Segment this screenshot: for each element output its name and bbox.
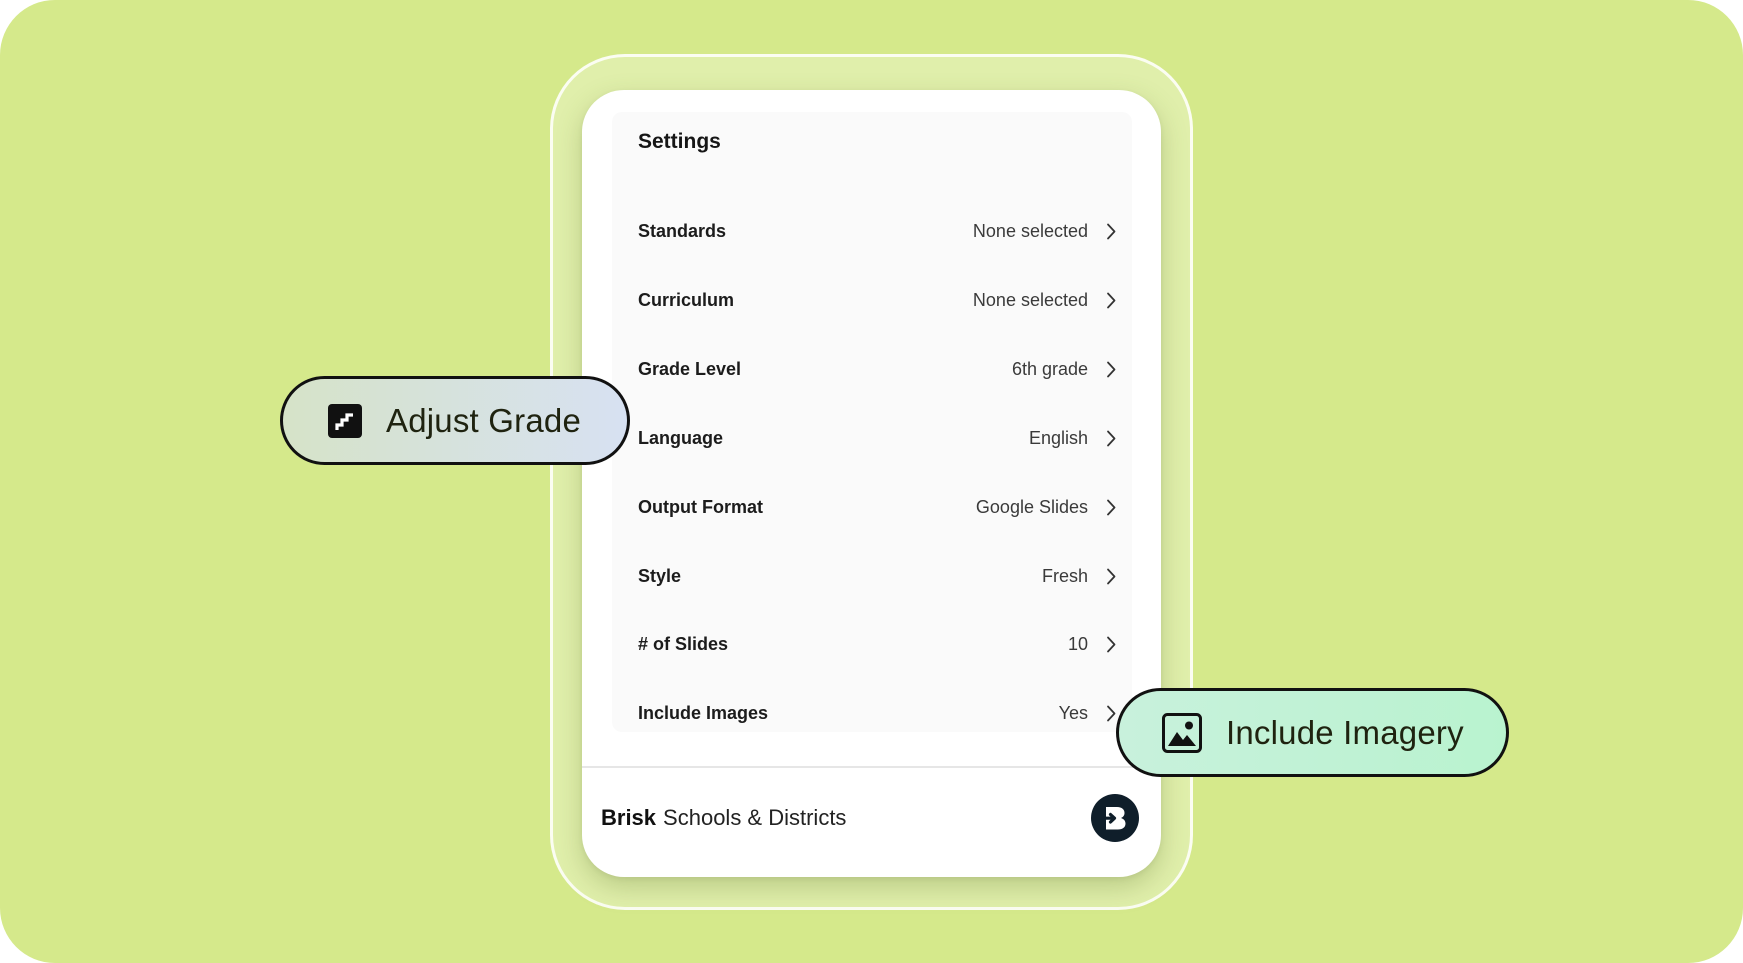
setting-label: Language xyxy=(638,427,724,448)
chevron-right-icon xyxy=(1104,703,1118,723)
setting-row-output-format[interactable]: Output Format Google Slides xyxy=(638,485,1118,529)
setting-label: Grade Level xyxy=(638,358,742,379)
setting-value: Fresh xyxy=(1041,565,1088,586)
setting-value: English xyxy=(1028,427,1088,448)
footer-divider xyxy=(582,766,1161,768)
setting-row-grade-level[interactable]: Grade Level 6th grade xyxy=(638,347,1118,391)
setting-value: Google Slides xyxy=(975,496,1088,517)
settings-panel: Settings Standards None selected Curricu… xyxy=(582,90,1161,877)
chevron-right-icon xyxy=(1104,497,1118,517)
chevron-right-icon xyxy=(1104,359,1118,379)
setting-value: None selected xyxy=(972,289,1088,310)
setting-value: 6th grade xyxy=(1011,358,1088,379)
include-imagery-label: Include Imagery xyxy=(1226,713,1464,751)
adjust-grade-callout: Adjust Grade xyxy=(280,376,630,465)
setting-value: Yes xyxy=(1058,702,1088,723)
setting-label: Style xyxy=(638,565,682,586)
background-canvas: Settings Standards None selected Curricu… xyxy=(0,0,1743,963)
setting-row-style[interactable]: Style Fresh xyxy=(638,554,1118,598)
setting-label: # of Slides xyxy=(638,633,729,654)
setting-label: Output Format xyxy=(638,496,763,517)
chevron-right-icon xyxy=(1104,290,1118,310)
chevron-right-icon xyxy=(1104,566,1118,586)
adjust-grade-label: Adjust Grade xyxy=(386,401,582,439)
setting-value: None selected xyxy=(972,220,1088,241)
setting-label: Include Images xyxy=(638,702,769,723)
settings-title: Settings xyxy=(638,130,721,153)
brand-name: Brisk xyxy=(601,805,657,830)
brisk-b-icon[interactable] xyxy=(1091,794,1139,842)
chevron-right-icon xyxy=(1104,428,1118,448)
setting-label: Standards xyxy=(638,220,727,241)
setting-row-curriculum[interactable]: Curriculum None selected xyxy=(638,278,1118,322)
setting-row-standards[interactable]: Standards None selected xyxy=(638,209,1118,253)
setting-row-number-of-slides[interactable]: # of Slides 10 xyxy=(638,622,1118,666)
setting-row-include-images[interactable]: Include Images Yes xyxy=(638,691,1118,735)
chevron-right-icon xyxy=(1104,221,1118,241)
setting-label: Curriculum xyxy=(638,289,735,310)
setting-row-language[interactable]: Language English xyxy=(638,416,1118,460)
image-icon xyxy=(1162,712,1202,753)
setting-value: 10 xyxy=(1067,633,1088,654)
footer-bar: Brisk Schools & Districts xyxy=(601,790,1139,846)
brand-tagline: Schools & Districts xyxy=(663,805,847,830)
stairs-icon xyxy=(328,403,362,438)
include-imagery-callout: Include Imagery xyxy=(1116,688,1509,777)
chevron-right-icon xyxy=(1104,634,1118,654)
